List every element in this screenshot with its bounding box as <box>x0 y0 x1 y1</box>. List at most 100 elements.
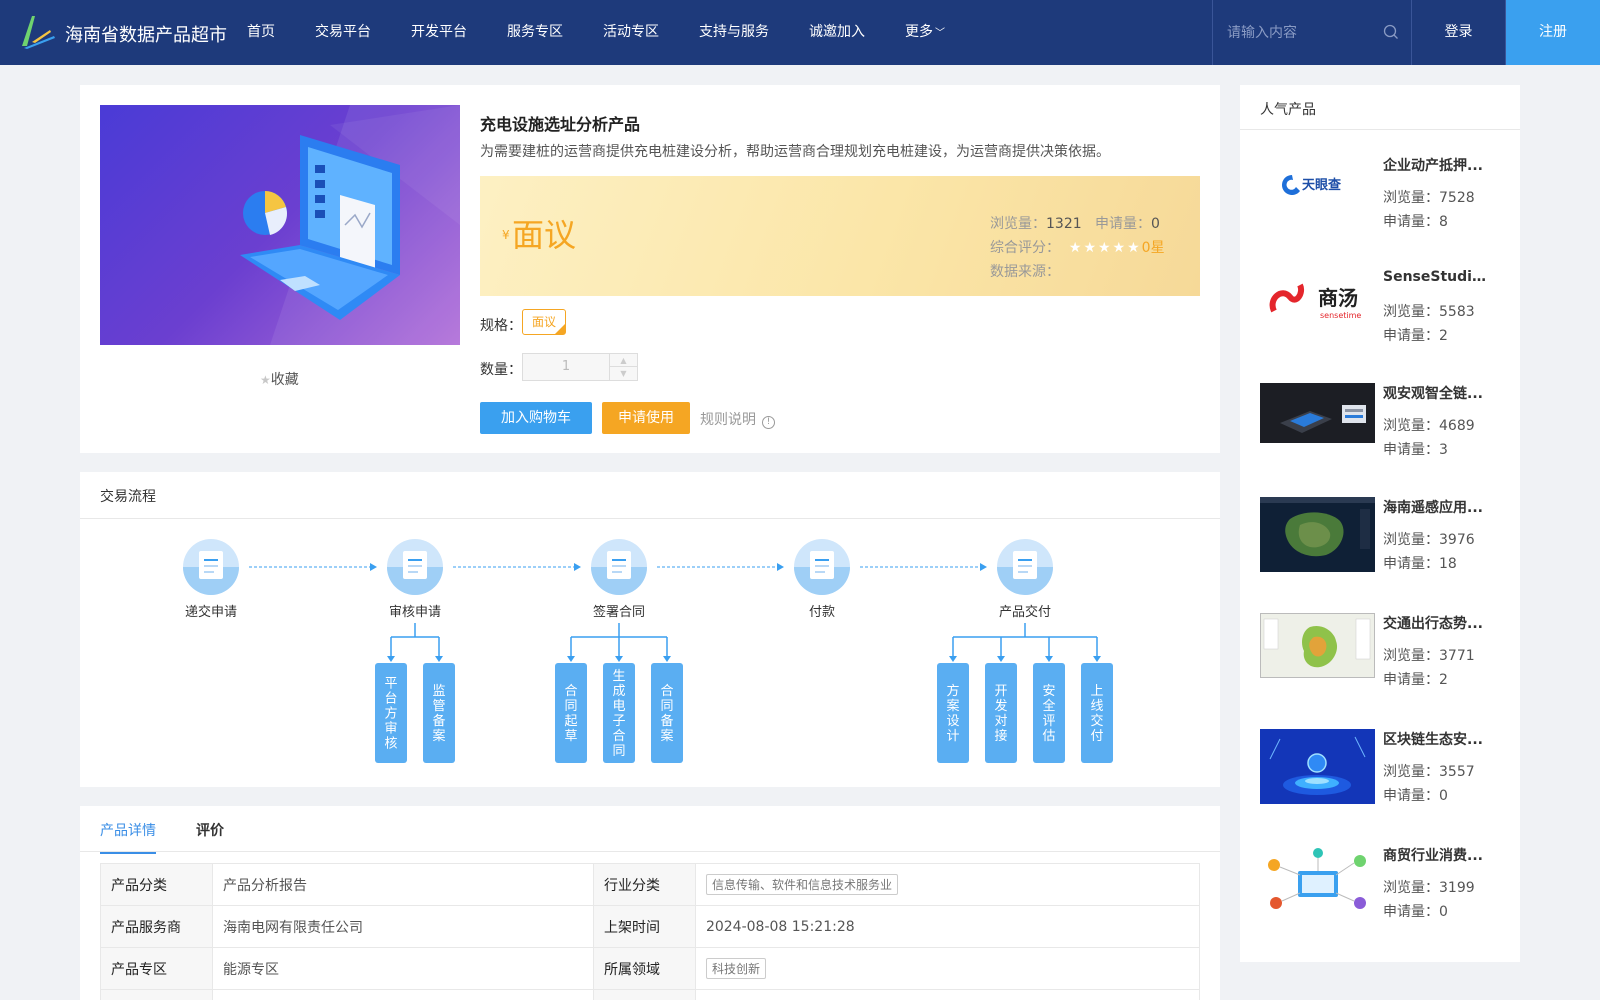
nav-trade[interactable]: 交易平台 <box>315 0 371 65</box>
register-button[interactable]: 注册 <box>1506 0 1600 65</box>
hot-product-name[interactable]: SenseStudio... <box>1383 269 1493 285</box>
list-item[interactable]: 观安观智全链... 浏览量：4689 申请量：3 <box>1260 383 1510 483</box>
document-line <box>204 571 214 573</box>
apply-button[interactable]: 申请使用 <box>602 402 690 434</box>
industry-tag: 信息传输、软件和信息技术服务业 <box>705 874 898 895</box>
rules-label: 规则说明 <box>700 412 756 428</box>
hot-product-name[interactable]: 企业动产抵押... <box>1383 155 1493 175</box>
add-to-cart-button[interactable]: 加入购物车 <box>480 402 592 434</box>
arrow-right-icon <box>777 563 784 571</box>
quantity-stepper[interactable]: 1 ▲ ▼ <box>522 353 638 381</box>
flow-step: 递交申请 <box>183 539 239 620</box>
views-label: 浏览量： <box>990 216 1046 232</box>
nav-more-label: 更多 <box>905 24 933 40</box>
tab-reviews[interactable]: 评价 <box>196 820 224 840</box>
hot-product-name[interactable]: 区块链生态安... <box>1383 729 1493 749</box>
source-label: 数据来源： <box>990 264 1060 280</box>
hot-product-applies: 申请量：18 <box>1383 556 1457 572</box>
arrow-right-icon <box>370 563 377 571</box>
hot-product-name[interactable]: 商贸行业消费... <box>1383 845 1493 865</box>
list-item[interactable]: 交通出行态势... 浏览量：3771 申请量：2 <box>1260 613 1510 713</box>
applies-label: 申请量： <box>1095 216 1151 232</box>
list-item[interactable]: 天眼查 企业动产抵押... 浏览量：7528 申请量：8 <box>1260 155 1510 255</box>
chevron-down-icon: ﹀ <box>935 28 945 39</box>
document-line <box>612 559 626 561</box>
quantity-value[interactable]: 1 <box>523 354 609 380</box>
search-icon[interactable] <box>1383 24 1399 40</box>
nav-dev[interactable]: 开发平台 <box>411 0 467 65</box>
list-item[interactable]: 商汤 sensetime SenseStudio... 浏览量：5583 申请量… <box>1260 269 1510 369</box>
nav-join[interactable]: 诚邀加入 <box>809 0 865 65</box>
flow-step: 审核申请 <box>387 539 443 620</box>
detail-value: 产品分析报告 <box>212 863 594 906</box>
login-button[interactable]: 登录 <box>1412 0 1506 65</box>
hot-product-views: 浏览量：3976 <box>1383 532 1475 548</box>
arrow-down-icon <box>435 656 443 662</box>
flow-nodes: 递交申请 审核申请 签署合同 付款 产品交付 <box>183 539 1053 620</box>
nav-service[interactable]: 服务专区 <box>507 0 563 65</box>
nav-more[interactable]: 更多 ﹀ <box>905 0 945 65</box>
arrow-down-icon <box>387 656 395 662</box>
nav-activity[interactable]: 活动专区 <box>603 0 659 65</box>
laptop-illustration-icon <box>240 105 460 345</box>
arrow-right-icon <box>980 563 987 571</box>
chevron-down-icon[interactable]: ▼ <box>610 367 637 380</box>
list-item[interactable]: 商贸行业消费... 浏览量：3199 申请量：0 <box>1260 845 1510 945</box>
sidebar-logo-text: 天眼查 <box>1302 177 1342 193</box>
table-row <box>100 989 1201 1000</box>
arrow-down-icon <box>949 656 957 662</box>
brand-title[interactable]: 海南省数据产品超市 <box>65 21 227 47</box>
hot-product-views: 浏览量：5583 <box>1383 304 1475 320</box>
document-line <box>815 565 829 567</box>
commerce-network-icon <box>1260 845 1375 920</box>
nav-home[interactable]: 首页 <box>247 0 275 65</box>
flow-substeps: 方案设计 开发对接 安全评估 上线交付 <box>937 623 1113 763</box>
detail-key: 产品分类 <box>100 863 213 906</box>
favorite-button[interactable]: ★收藏 <box>260 369 299 389</box>
detail-key-empty <box>100 989 213 1000</box>
price-box: ¥ 面议 浏览量：1321 申请量：0 综合评分： ★★★★★0星 数据来源： <box>480 176 1200 296</box>
hot-product-views: 浏览量：3199 <box>1383 880 1475 896</box>
views-value: 1321 <box>1046 216 1082 232</box>
flow-title: 交易流程 <box>100 489 156 505</box>
rating-label: 综合评分： <box>990 240 1060 256</box>
sidebar-logo-subtext: sensetime <box>1320 311 1361 320</box>
detail-value: 海南电网有限责任公司 <box>212 905 594 948</box>
list-item[interactable]: 海南遥感应用... 浏览量：3976 申请量：18 <box>1260 497 1510 597</box>
spec-option[interactable]: 面议 <box>522 309 566 335</box>
trade-flow-diagram: 递交申请 审核申请 签署合同 付款 产品交付 平台方审核监管备案合同起草生成电子合同合同… <box>183 539 1113 763</box>
substep-label: 上线交付 <box>1090 684 1103 744</box>
site-logo-icon[interactable] <box>18 12 58 52</box>
substep-label: 开发对接 <box>994 684 1007 744</box>
check-corner-icon <box>555 324 565 334</box>
hot-product-views: 浏览量：3557 <box>1383 764 1475 780</box>
hot-product-applies: 申请量：0 <box>1383 904 1448 920</box>
list-item[interactable]: 区块链生态安... 浏览量：3557 申请量：0 <box>1260 729 1510 829</box>
flow-substeps: 平台方审核 监管备案 <box>375 623 455 763</box>
document-line <box>408 559 422 561</box>
substep-label: 生成电子合同 <box>612 669 625 759</box>
hot-product-applies: 申请量：3 <box>1383 442 1448 458</box>
details-table: 产品分类 产品分析报告 行业分类 信息传输、软件和信息技术服务业 产品服务商 海… <box>100 863 1201 1000</box>
document-line <box>1018 565 1032 567</box>
currency-symbol: ¥ <box>502 228 510 242</box>
tab-product-details[interactable]: 产品详情 <box>100 820 156 854</box>
hot-product-name[interactable]: 海南遥感应用... <box>1383 497 1493 517</box>
hot-product-applies: 申请量：2 <box>1383 672 1448 688</box>
search-input[interactable] <box>1227 20 1377 46</box>
chevron-up-icon[interactable]: ▲ <box>610 354 637 367</box>
nav-support[interactable]: 支持与服务 <box>699 0 769 65</box>
hot-product-name[interactable]: 观安观智全链... <box>1383 383 1493 403</box>
table-row: 产品分类 产品分析报告 行业分类 信息传输、软件和信息技术服务业 <box>100 863 1201 906</box>
detail-value-empty <box>212 989 594 1000</box>
product-title: 充电设施选址分析产品 <box>480 115 641 134</box>
arrow-down-icon <box>567 656 575 662</box>
detail-key: 所属领域 <box>592 947 696 990</box>
rating-value: 0星 <box>1141 240 1165 256</box>
document-line <box>408 571 418 573</box>
detail-value-cell: 信息传输、软件和信息技术服务业 <box>694 863 1201 906</box>
trade-flow-panel: 交易流程 递交申请 审核申请 签署合同 付款 产品交付 平台方审核 监管备案 合同起草 生成电… <box>80 472 1220 787</box>
hot-product-name[interactable]: 交通出行态势... <box>1383 613 1493 633</box>
star-icon: ★ <box>260 373 271 387</box>
rules-link[interactable]: 规则说明! <box>700 409 775 429</box>
